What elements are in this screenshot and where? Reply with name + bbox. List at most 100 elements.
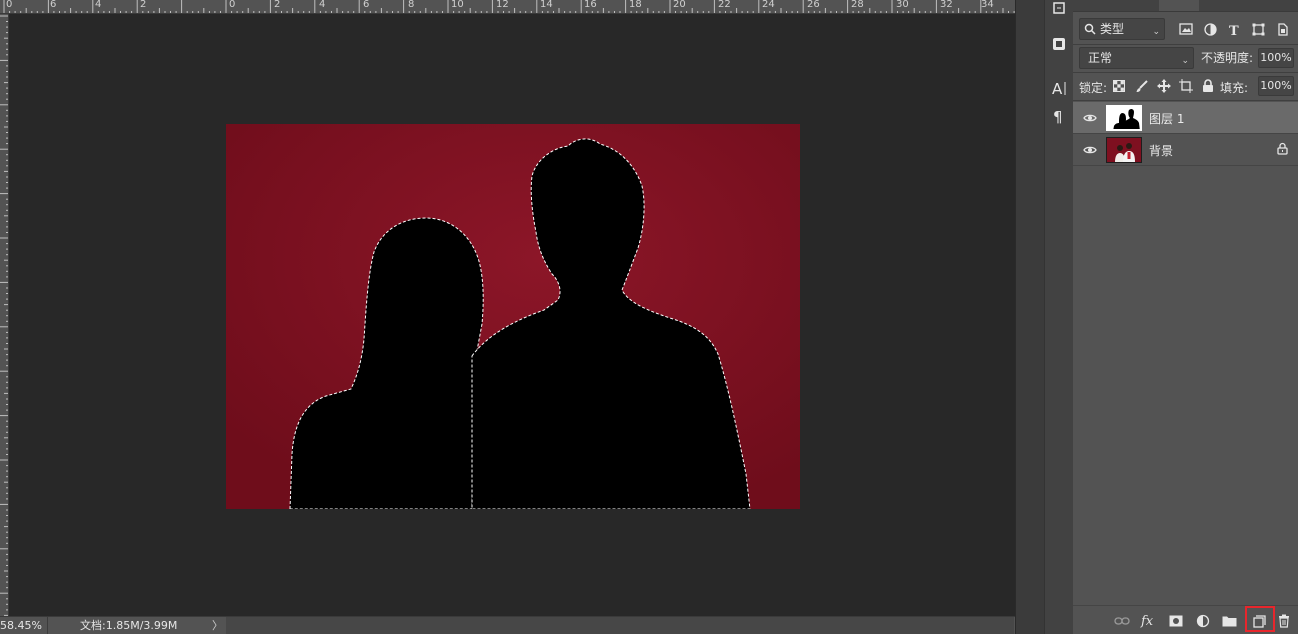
layer-name[interactable]: 图层 1 — [1149, 110, 1184, 127]
document-info[interactable]: 文档:1.85M/3.99M — [80, 617, 177, 634]
zoom-level[interactable]: 58.45% — [0, 617, 48, 634]
ruler-label: 22 — [718, 0, 731, 10]
svg-text:T: T — [1229, 24, 1239, 36]
tab-swatches[interactable] — [1119, 0, 1157, 11]
adjustment-layer-button[interactable] — [1194, 612, 1212, 630]
ruler-label: 20 — [673, 0, 686, 10]
divider — [1073, 44, 1298, 45]
panel-tab-bar — [1073, 0, 1298, 12]
ruler-label: 34 — [981, 0, 994, 10]
layer-name[interactable]: 背景 — [1149, 142, 1173, 159]
new-group-button[interactable] — [1220, 612, 1238, 630]
add-mask-button[interactable] — [1167, 612, 1185, 630]
ruler-label: 4 — [95, 0, 102, 10]
ruler-label: 24 — [762, 0, 775, 10]
lock-all-icon[interactable] — [1200, 78, 1216, 94]
ruler-label: 28 — [851, 0, 864, 10]
search-icon — [1084, 23, 1096, 35]
blend-mode-value: 正常 — [1088, 51, 1113, 65]
shape-filter-icon[interactable] — [1249, 20, 1267, 38]
trash-icon — [1279, 614, 1289, 628]
ruler-label: 10 — [451, 0, 464, 10]
opacity-input[interactable]: 100% — [1258, 48, 1294, 68]
vertical-ruler[interactable] — [0, 14, 9, 616]
canvas-area[interactable] — [9, 15, 1015, 616]
adjustment-filter-icon[interactable] — [1201, 20, 1219, 38]
layers-panel-footer: fx — [1073, 605, 1298, 634]
character-icon: A — [1052, 80, 1066, 97]
paragraph-icon: ¶ — [1053, 108, 1063, 125]
ruler-label: 2 — [274, 0, 281, 10]
ruler-label: 14 — [540, 0, 553, 10]
visibility-eye-icon[interactable] — [1081, 142, 1099, 158]
divider — [1073, 72, 1298, 73]
ruler-label: 12 — [496, 0, 509, 10]
layer-style-button[interactable]: fx — [1140, 612, 1158, 630]
lock-label: 锁定: — [1079, 81, 1108, 95]
ruler-label: 18 — [629, 0, 642, 10]
svg-text:A: A — [1052, 80, 1063, 97]
lock-artboard-icon[interactable] — [1178, 78, 1194, 94]
ruler-label: 30 — [896, 0, 909, 10]
properties-icon — [1053, 38, 1065, 50]
document-canvas[interactable] — [226, 124, 800, 509]
highlight-annotation — [1245, 606, 1275, 632]
collapsed-panel-dock: A ¶ — [1015, 0, 1074, 634]
ruler-label: 6 — [363, 0, 370, 10]
character-panel-button[interactable]: A — [1045, 74, 1073, 102]
lock-position-icon[interactable] — [1156, 78, 1172, 94]
opacity-label: 不透明度: — [1201, 51, 1254, 65]
chevron-down-icon: ⌄ — [1181, 56, 1189, 66]
ruler-label: 32 — [940, 0, 953, 10]
svg-text:fx: fx — [1140, 614, 1154, 629]
link-layers-button[interactable] — [1113, 612, 1131, 630]
lock-image-pixels-icon[interactable] — [1134, 78, 1150, 94]
horizontal-ruler[interactable]: 0 6 4 2 0 2 4 6 8 10 12 14 16 18 20 22 2… — [0, 0, 1015, 14]
layer-filter-row: 类型 ⌄ T — [1079, 18, 1292, 42]
ruler-label: 6 — [50, 0, 57, 10]
fill-label: 填充: — [1220, 81, 1249, 95]
blend-opacity-row: 正常 ⌄ 不透明度: 100% — [1079, 46, 1294, 70]
horizontal-scrollbar[interactable] — [226, 617, 1014, 634]
ruler-label: 16 — [584, 0, 597, 10]
type-filter-icon[interactable]: T — [1225, 20, 1243, 38]
history-panel-button[interactable] — [1045, 0, 1073, 22]
fx-icon: fx — [1140, 614, 1154, 629]
chevron-down-icon: ⌄ — [1152, 27, 1160, 37]
smart-object-filter-icon[interactable] — [1273, 20, 1291, 38]
tab-color[interactable] — [1075, 0, 1117, 11]
photoshop-window: 0 6 4 2 0 2 4 6 8 10 12 14 16 18 20 22 2… — [0, 0, 1298, 634]
mask-icon — [1169, 615, 1183, 627]
visibility-eye-icon[interactable] — [1081, 110, 1099, 126]
image-filter-icon[interactable] — [1177, 20, 1195, 38]
layer-filter-label: 类型 — [1100, 22, 1125, 36]
tab-channels[interactable] — [1203, 0, 1241, 11]
history-icon — [1053, 2, 1065, 14]
ruler-label: 0 — [6, 0, 13, 10]
layer-filter-select[interactable]: 类型 ⌄ — [1079, 18, 1165, 40]
status-menu-arrow[interactable]: 〉 — [212, 617, 223, 634]
layer-row-layer-1[interactable]: 图层 1 — [1073, 102, 1298, 134]
fill-input[interactable]: 100% — [1258, 76, 1294, 96]
ruler-label: 8 — [408, 0, 415, 10]
blend-mode-select[interactable]: 正常 ⌄ — [1079, 47, 1194, 69]
ruler-ticks — [0, 15, 8, 616]
divider — [1073, 100, 1298, 101]
tab-layers[interactable] — [1159, 0, 1199, 11]
layer-row-background[interactable]: 背景 — [1073, 134, 1298, 166]
layer-lock-icon[interactable] — [1277, 142, 1288, 158]
svg-text:¶: ¶ — [1053, 108, 1063, 125]
properties-panel-button[interactable] — [1045, 30, 1073, 58]
paragraph-panel-button[interactable]: ¶ — [1045, 102, 1073, 130]
ruler-label: 0 — [229, 0, 236, 10]
delete-layer-button[interactable] — [1275, 612, 1293, 630]
adjustment-icon — [1196, 614, 1210, 628]
tab-paths[interactable] — [1245, 0, 1285, 11]
ruler-label: 2 — [140, 0, 147, 10]
silhouette-artwork — [226, 124, 800, 509]
layers-panel: 类型 ⌄ T 正常 ⌄ 不透明度: 100% 锁定: 填充: 100% 图层 1… — [1073, 0, 1298, 634]
lock-fill-row: 锁定: 填充: 100% — [1079, 75, 1294, 97]
ruler-label: 4 — [319, 0, 326, 10]
layer-thumbnail — [1106, 105, 1142, 131]
lock-transparency-icon[interactable] — [1111, 78, 1127, 94]
